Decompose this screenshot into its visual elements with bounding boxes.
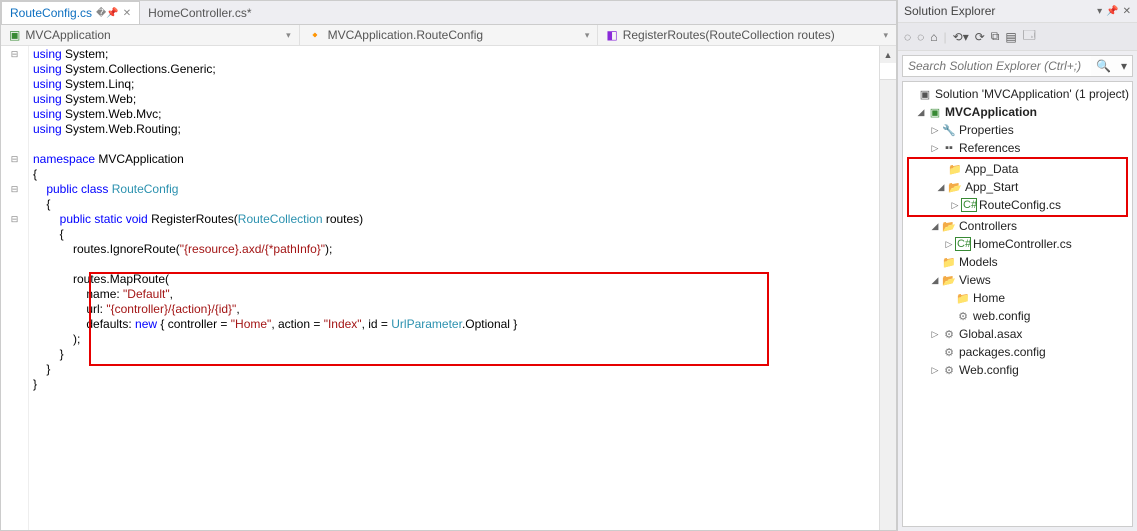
- chevron-down-icon[interactable]: ▾: [286, 30, 291, 41]
- dropdown-icon[interactable]: ▾: [1097, 6, 1102, 17]
- close-icon[interactable]: ✕: [1123, 6, 1131, 17]
- fold-toggle[interactable]: ⊟: [1, 47, 28, 62]
- crumb-method[interactable]: ◧ RegisterRoutes(RouteCollection routes)…: [598, 25, 896, 45]
- crumb-label: MVCApplication.RouteConfig: [328, 28, 483, 42]
- models-node[interactable]: 📁Models: [903, 253, 1132, 271]
- fold-toggle[interactable]: ⊟: [1, 212, 28, 227]
- tab-label: HomeController.cs*: [148, 6, 251, 20]
- expander-icon[interactable]: ◢: [929, 275, 941, 286]
- config-file-icon: ⚙: [941, 364, 957, 377]
- expander-icon[interactable]: ▷: [929, 143, 941, 154]
- expander-icon[interactable]: ▷: [929, 329, 941, 340]
- appstart-node[interactable]: ◢📂App_Start: [909, 178, 1126, 196]
- webconfig-root-node[interactable]: ▷⚙Web.config: [903, 361, 1132, 379]
- expander-icon[interactable]: ▷: [943, 239, 955, 250]
- crumb-label: RegisterRoutes(RouteCollection routes): [623, 28, 835, 42]
- chevron-down-icon[interactable]: ▾: [585, 30, 590, 41]
- back-icon[interactable]: ◌: [904, 30, 911, 44]
- show-all-icon[interactable]: ▤: [1005, 30, 1016, 44]
- asax-file-icon: ⚙: [941, 328, 957, 341]
- expander-icon[interactable]: ▷: [929, 125, 941, 136]
- globalasax-node[interactable]: ▷⚙Global.asax: [903, 325, 1132, 343]
- tab-label: RouteConfig.cs: [10, 6, 92, 20]
- webconfig-node[interactable]: ⚙web.config: [903, 307, 1132, 325]
- search-input[interactable]: [903, 56, 1091, 76]
- project-icon: ▣: [9, 28, 20, 42]
- packages-node[interactable]: ⚙packages.config: [903, 343, 1132, 361]
- fold-gutter: ⊟ ⊟ ⊟ ⊟: [1, 46, 29, 530]
- config-file-icon: ⚙: [955, 310, 971, 323]
- project-node[interactable]: ◢▣MVCApplication: [903, 103, 1132, 121]
- controllers-node[interactable]: ◢📂Controllers: [903, 217, 1132, 235]
- crumb-project[interactable]: ▣ MVCApplication ▾: [1, 25, 300, 45]
- folder-open-icon: 📂: [941, 220, 957, 233]
- crumb-label: MVCApplication: [25, 28, 110, 42]
- folder-open-icon: 📂: [941, 274, 957, 287]
- code-text[interactable]: using System; using System.Collections.G…: [29, 46, 879, 530]
- appdata-node[interactable]: 📁App_Data: [909, 160, 1126, 178]
- code-surface: ⊟ ⊟ ⊟ ⊟ using System; using System.Colle…: [1, 46, 896, 530]
- tab-homecontroller[interactable]: HomeController.cs*: [140, 1, 259, 24]
- solution-explorer-panel: Solution Explorer ▾ 📌 ✕ ◌ ◌ ⌂ | ⟲▾ ⟳ ⧉ ▤…: [897, 0, 1137, 531]
- close-icon[interactable]: ✕: [123, 8, 131, 19]
- highlight-box: 📁App_Data ◢📂App_Start ▷C#RouteConfig.cs: [907, 157, 1128, 217]
- panel-title-bar: Solution Explorer ▾ 📌 ✕: [898, 0, 1137, 22]
- tab-strip: RouteConfig.cs �📌 ✕ HomeController.cs*: [1, 1, 896, 25]
- refresh-icon[interactable]: ⟳: [975, 30, 985, 44]
- forward-icon[interactable]: ◌: [917, 30, 924, 44]
- expander-icon[interactable]: ◢: [935, 182, 947, 193]
- chevron-down-icon[interactable]: ▾: [1116, 59, 1132, 73]
- vertical-scrollbar[interactable]: ▲: [879, 46, 896, 530]
- panel-title: Solution Explorer: [904, 4, 995, 18]
- expander-icon[interactable]: ▷: [949, 200, 961, 211]
- sync-icon[interactable]: ⟲▾: [953, 30, 969, 44]
- homecontroller-node[interactable]: ▷C#HomeController.cs: [903, 235, 1132, 253]
- solution-toolbar: ◌ ◌ ⌂ | ⟲▾ ⟳ ⧉ ▤ 🗔: [898, 22, 1137, 51]
- expander-icon[interactable]: ◢: [915, 107, 927, 118]
- home-folder-node[interactable]: 📁Home: [903, 289, 1132, 307]
- fold-toggle[interactable]: ⊟: [1, 182, 28, 197]
- solution-icon: ▣: [917, 88, 933, 101]
- pin-icon[interactable]: 📌: [1106, 6, 1118, 17]
- config-file-icon: ⚙: [941, 346, 957, 359]
- references-icon: ▪▪: [941, 142, 957, 154]
- csharp-file-icon: C#: [955, 237, 971, 251]
- csharp-file-icon: C#: [961, 198, 977, 212]
- tab-routeconfig[interactable]: RouteConfig.cs �📌 ✕: [1, 1, 140, 24]
- method-icon: ◧: [606, 28, 617, 42]
- split-toggle[interactable]: [880, 63, 896, 80]
- pin-icon[interactable]: �📌: [96, 8, 119, 19]
- navigation-bar: ▣ MVCApplication ▾ 🔸 MVCApplication.Rout…: [1, 25, 896, 46]
- views-node[interactable]: ◢📂Views: [903, 271, 1132, 289]
- solution-node[interactable]: ▣Solution 'MVCApplication' (1 project): [903, 85, 1132, 103]
- home-icon[interactable]: ⌂: [930, 30, 937, 44]
- solution-tree: ▣Solution 'MVCApplication' (1 project) ◢…: [902, 81, 1133, 527]
- collapse-icon[interactable]: ⧉: [991, 29, 1000, 44]
- solution-search: 🔍 ▾: [902, 55, 1133, 77]
- routeconfig-node[interactable]: ▷C#RouteConfig.cs: [909, 196, 1126, 214]
- scroll-up-icon[interactable]: ▲: [880, 46, 896, 63]
- project-icon: ▣: [927, 106, 943, 119]
- properties-node[interactable]: ▷🔧Properties: [903, 121, 1132, 139]
- expander-icon[interactable]: ◢: [929, 221, 941, 232]
- crumb-class[interactable]: 🔸 MVCApplication.RouteConfig ▾: [300, 25, 599, 45]
- properties-icon[interactable]: 🗔: [1023, 26, 1036, 47]
- references-node[interactable]: ▷▪▪References: [903, 139, 1132, 157]
- fold-toggle[interactable]: ⊟: [1, 152, 28, 167]
- code-editor-panel: RouteConfig.cs �📌 ✕ HomeController.cs* ▣…: [0, 0, 897, 531]
- expander-icon[interactable]: ▷: [929, 365, 941, 376]
- folder-open-icon: 📂: [947, 181, 963, 194]
- class-icon: 🔸: [308, 28, 323, 42]
- wrench-icon: 🔧: [941, 124, 957, 137]
- chevron-down-icon[interactable]: ▾: [883, 30, 888, 41]
- folder-icon: 📁: [955, 292, 971, 305]
- folder-icon: 📁: [941, 256, 957, 269]
- search-icon[interactable]: 🔍: [1091, 59, 1116, 73]
- folder-icon: 📁: [947, 163, 963, 176]
